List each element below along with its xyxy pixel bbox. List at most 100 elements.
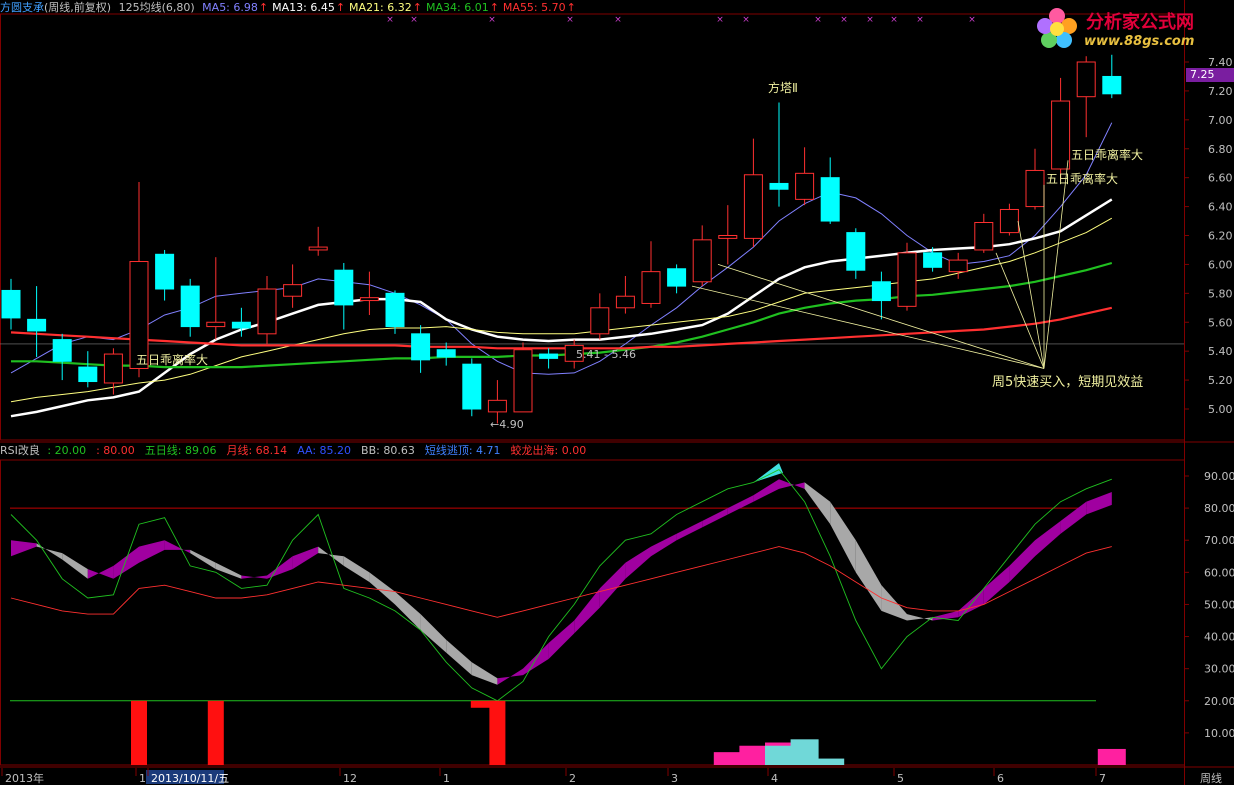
candle-body [257,288,277,335]
ma-line-ma34 [11,261,1113,369]
rsi-ribbon-segment [1086,492,1112,515]
candle-body [308,246,328,251]
candle-body [820,177,840,222]
up-arrow-icon: ↑ [566,1,576,14]
upper-params: (周线,前复权) [44,1,112,14]
rsi-ribbon-segment [446,639,472,676]
rsi-ribbon-segment [830,501,856,573]
rsi-ribbon-segment [318,546,344,566]
candle-body [27,318,47,332]
candle-body [231,321,251,329]
candle-body [999,208,1019,234]
upper-indicator-name[interactable]: 方圆支承 [0,1,44,14]
logo-url[interactable]: www.88gs.com [1084,34,1194,49]
candle-body [1025,169,1045,208]
rsi-legend-item: 短线逃顶: 4.71 [424,444,501,457]
y-tick-label: 5.60 [1208,316,1233,329]
x-tick-label: 4 [771,772,778,785]
rsi-ribbon-segment [676,520,703,541]
annotation-bias: 五日乖离率大 [1071,147,1143,162]
rsi-ribbon-segment [241,575,267,579]
signal-bar-magenta [713,752,742,765]
y-tick-label: 90.00 [1204,470,1234,483]
y-tick-label: 40.00 [1204,631,1234,644]
rsi-ribbon-segment [292,546,319,570]
y-tick-label: 5.00 [1208,403,1233,416]
marker-x: × [716,15,724,25]
candle-body [897,252,917,307]
rsi-ribbon-segment [215,562,242,579]
candle-body [667,268,687,287]
rsi-ribbon-segment [804,482,831,525]
candle-body [385,292,405,328]
signal-bar-cyan [790,739,819,765]
candle-body [78,366,98,383]
candle-body [283,284,303,297]
rsi-ribbon-segment [907,614,933,621]
rsi-line [10,546,1112,618]
candle-body [974,221,994,251]
y-tick-label: 6.80 [1208,143,1233,156]
rsi-ribbon-segment [1009,540,1035,582]
flower-icon [1037,8,1077,48]
x-tick-label: 2 [569,772,576,785]
lower-indicator-name[interactable]: RSI改良 [0,444,40,457]
y-tick-label: 7.20 [1208,85,1233,98]
rsi-legend-item: 蛟龙出海: 0.00 [510,444,587,457]
y-tick-label: 6.20 [1208,230,1233,243]
rsi-legend-item: AA: 85.20 [297,444,352,457]
signal-bar-magenta [1097,748,1126,765]
x-tick-label: 2013年 [5,771,44,785]
rsi-ribbon-segment [113,546,139,579]
site-logo: 分析家公式网 www.88gs.com [1028,2,1228,54]
marker-x: × [890,15,898,25]
rsi-ribbon-segment [651,533,677,557]
rsi-ribbon-segment [190,549,216,570]
marker-x: × [866,15,874,25]
rsi-ribbon-segment [267,556,293,579]
annotation-bias: 五日乖离率大 [1046,171,1118,186]
x-tick-label: 3 [671,772,678,785]
y-tick-label: 70.00 [1204,534,1234,547]
x-tick-label: 5 [897,772,904,785]
y-tick-label: 7.00 [1208,114,1233,127]
ma-legend-item: MA13: 6.45 [272,1,335,14]
x-tick-label: 1 [139,772,146,785]
up-arrow-icon: ↑ [412,1,422,14]
y-tick-label: 5.20 [1208,374,1233,387]
y-tick-label: 60.00 [1204,566,1234,579]
rsi-ribbon-segment [727,495,754,515]
candle-body [103,353,123,384]
marker-x: × [614,15,622,25]
candle-body [487,399,507,413]
marker-x: × [386,15,394,25]
candle-body [795,172,815,200]
candle-body [334,269,354,306]
rsi-ribbon-segment [1060,501,1087,534]
up-arrow-icon: ↑ [335,1,346,14]
annotation-range: 5.41 - 5.46 [576,348,636,361]
marker-x: × [742,15,750,25]
y-tick-label: 30.00 [1204,663,1234,676]
y-tick-label: 80.00 [1204,502,1234,515]
candle-body [1,289,21,319]
annotation-low: ←4.90 [490,418,524,431]
candle-body [846,232,866,271]
rsi-legend-item: 月线: 68.14 [226,444,288,457]
marker-x: × [410,15,418,25]
y-tick-label: 6.00 [1208,258,1233,271]
marker-x: × [566,15,574,25]
x-tick-label: 2013/10/11/五 [151,772,229,785]
rsi-ribbon-segment [471,662,498,685]
rsi-ribbon-segment [343,556,370,582]
signal-bar-cyan [816,758,845,765]
candle-body [359,297,379,302]
x-tick-label: 1 [443,772,450,785]
annotation-line [995,252,1045,369]
annotation-line [1017,220,1045,369]
up-arrow-icon: ↑ [489,1,499,14]
up-arrow-icon: ↑ [258,1,269,14]
ma-line-ma21 [10,217,1113,403]
annotation-bias: 五日乖离率大 [136,352,208,367]
marker-x: × [488,15,496,25]
